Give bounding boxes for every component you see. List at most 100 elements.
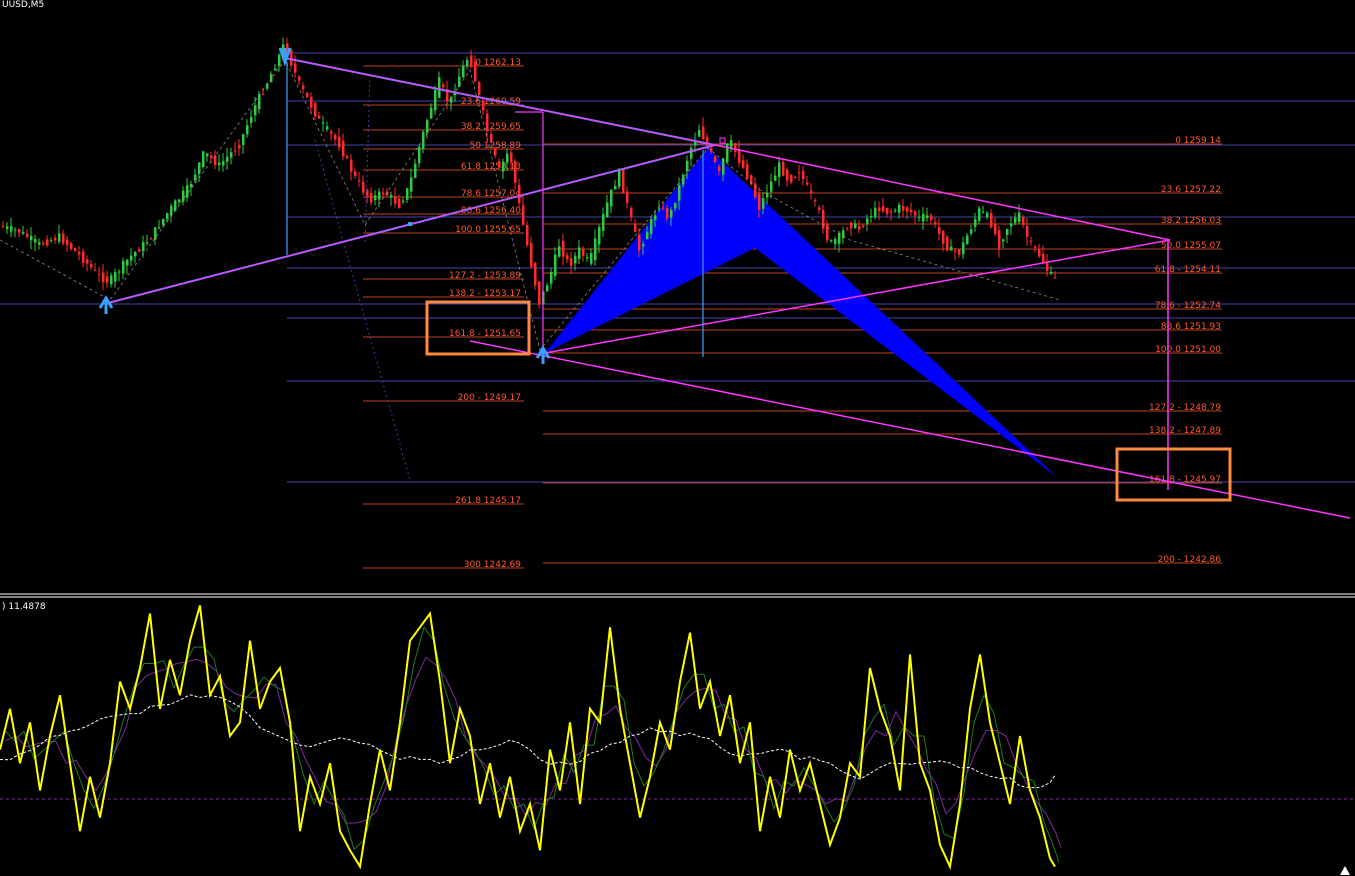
candle-body (938, 226, 941, 234)
candle-body (1038, 248, 1041, 257)
candle-body (606, 202, 609, 217)
candle-body (26, 233, 29, 238)
candle-body (834, 239, 837, 244)
candle-body (50, 240, 53, 242)
candle-body (814, 200, 817, 202)
candle-body (470, 55, 473, 67)
candle-body (170, 205, 173, 216)
main-chart[interactable]: UUSD,M5 ) 11.4878 0 1262.13 23.6 1260.59 3… (0, 0, 1355, 876)
candle-body (358, 180, 361, 182)
candle-body (466, 60, 469, 67)
candle-body (114, 272, 117, 282)
candle-body (710, 148, 713, 152)
candle-body (806, 182, 809, 185)
candle-body (786, 169, 789, 181)
candle-body (762, 198, 765, 209)
candle-body (634, 223, 637, 232)
candle-body (950, 246, 953, 251)
fib-left-label: 88.6 1256.40 (461, 206, 521, 216)
candle-body (782, 161, 785, 176)
candle-body (34, 239, 37, 243)
candle-body (746, 164, 749, 179)
fib-right-label: 127.2 - 1248.79 (1149, 403, 1221, 413)
candle-body (602, 214, 605, 231)
candle-body (278, 54, 281, 66)
candle-body (510, 152, 513, 163)
candle-body (738, 149, 741, 163)
candle-body (534, 262, 537, 286)
candle-body (594, 238, 597, 261)
candle-body (998, 230, 1001, 249)
candle-body (74, 248, 77, 252)
fib-left-label: 200 - 1249.17 (458, 393, 521, 403)
candle-body (322, 122, 325, 124)
candle-body (862, 225, 865, 227)
candle-body (794, 176, 797, 178)
oscillator-value: ) 11.4878 (2, 602, 46, 612)
candle-body (974, 219, 977, 227)
candle-body (682, 174, 685, 185)
fib-left-label: 23.6 1260.59 (461, 97, 521, 107)
candle-body (598, 226, 601, 245)
candle-body (162, 219, 165, 225)
candle-body (558, 246, 561, 257)
candle-body (402, 200, 405, 203)
candle-body (826, 223, 829, 241)
candle-body (58, 233, 61, 242)
fib-right-label: 78.6 - 1252.74 (1155, 301, 1221, 311)
candle-body (678, 185, 681, 201)
candle-body (646, 232, 649, 240)
candle-body (498, 161, 501, 168)
candle-body (462, 65, 465, 78)
candle-body (414, 163, 417, 178)
candle-body (290, 49, 293, 66)
candle-body (658, 208, 661, 210)
candle-body (62, 233, 65, 244)
fib-right-label: 38.2 1256.03 (1161, 216, 1221, 226)
candle-body (1010, 223, 1013, 227)
candle-body (430, 107, 433, 119)
candle-body (926, 215, 929, 218)
pivot-square-2 (408, 222, 412, 226)
candle-body (942, 230, 945, 244)
candle-body (918, 216, 921, 218)
candle-body (478, 82, 481, 95)
candle-body (22, 231, 25, 234)
candle-body (582, 249, 585, 256)
candle-body (66, 239, 69, 245)
candle-body (222, 161, 225, 166)
candle-body (922, 214, 925, 222)
candle-body (566, 255, 569, 260)
candle-body (90, 264, 93, 268)
candle-body (362, 181, 365, 193)
candle-body (122, 261, 125, 274)
candle-body (302, 85, 305, 90)
fib-right-label: 61.8 - 1254.11 (1155, 265, 1221, 275)
candle-body (262, 93, 265, 95)
fib-right-label: 23.6 1257.22 (1161, 185, 1221, 195)
candle-body (1030, 240, 1033, 242)
fib-right-label: 100.0 1251.00 (1155, 345, 1221, 355)
candle-body (578, 247, 581, 259)
candle-body (702, 126, 705, 140)
candle-body (318, 115, 321, 119)
candle-body (630, 208, 633, 218)
candle-body (590, 252, 593, 264)
candle-body (878, 207, 881, 212)
candle-body (190, 183, 193, 188)
fib-left-label: 300 1242.69 (464, 560, 522, 570)
fib-right-label: 200 - 1242.86 (1158, 555, 1222, 565)
candle-body (258, 94, 261, 110)
fib-right-label: 0 1259.14 (1175, 136, 1221, 146)
candle-body (394, 196, 397, 204)
candle-body (614, 185, 617, 190)
candle-body (154, 227, 157, 240)
candle-body (46, 239, 49, 246)
candle-body (930, 215, 933, 221)
candle-body (474, 61, 477, 82)
candle-body (142, 242, 145, 252)
candle-body (522, 205, 525, 225)
candle-body (354, 171, 357, 176)
candle-body (134, 252, 137, 257)
candle-body (334, 135, 337, 140)
